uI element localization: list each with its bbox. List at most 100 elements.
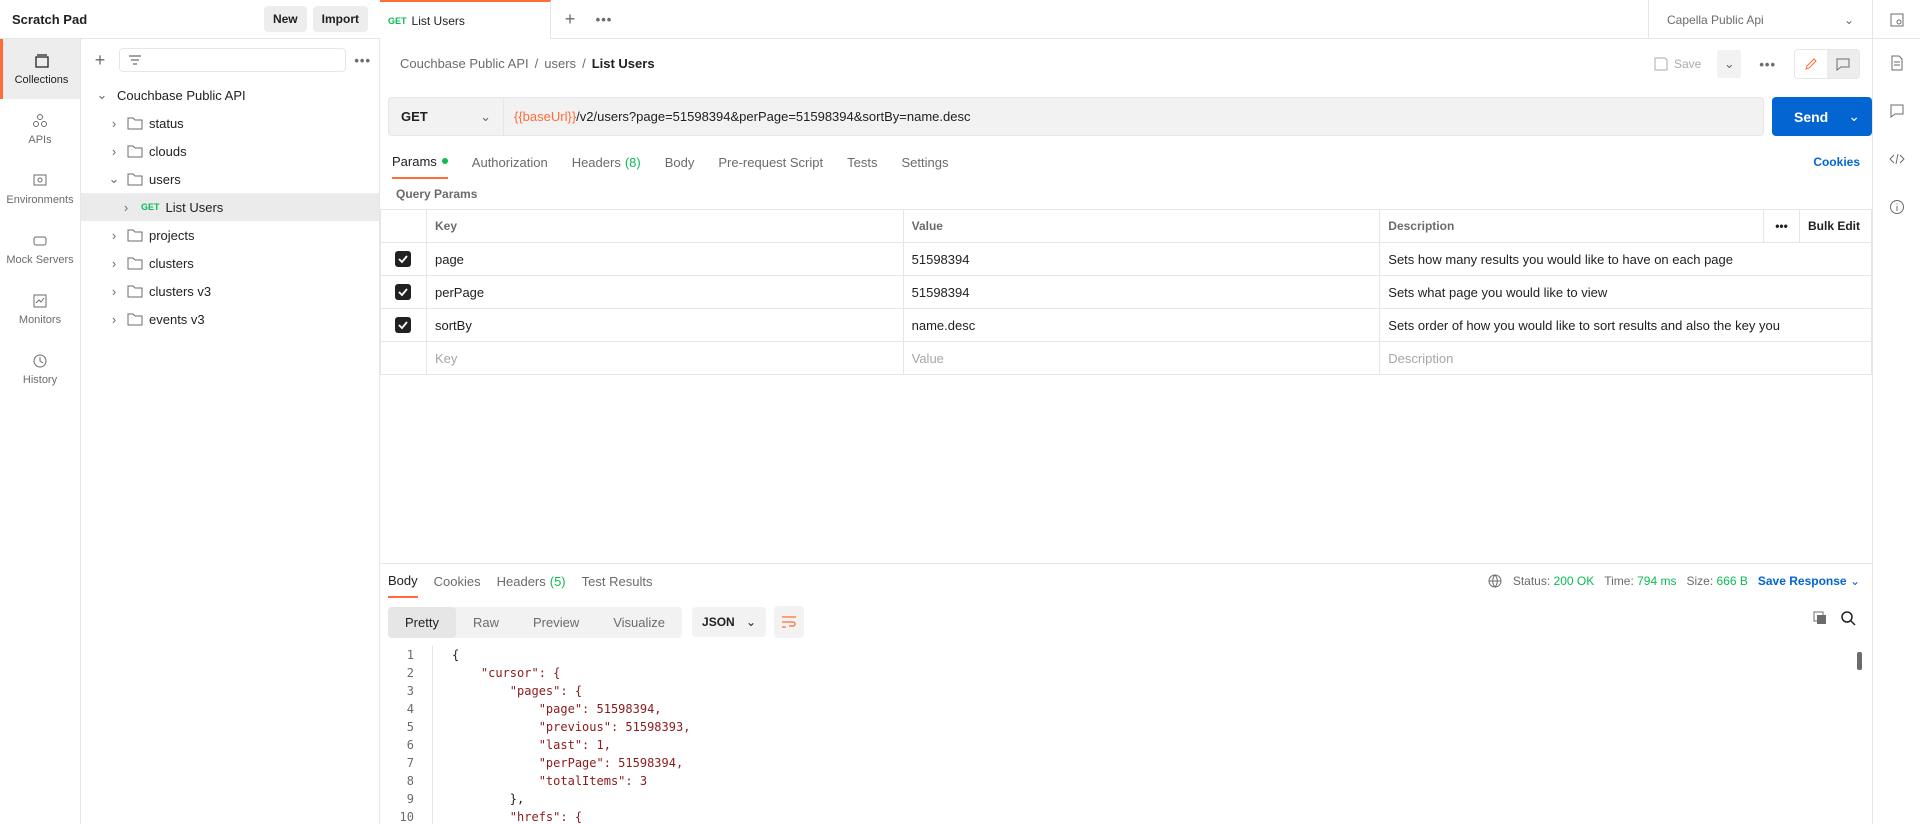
tab-settings[interactable]: Settings <box>901 145 948 179</box>
tree-request-list-users[interactable]: › GET List Users <box>81 193 379 221</box>
time-info[interactable]: Time: 794 ms <box>1604 574 1676 588</box>
wrap-lines-button[interactable] <box>774 606 805 638</box>
environment-quick-look-button[interactable] <box>1872 0 1920 39</box>
sidebar-more-button[interactable]: ••• <box>354 53 371 68</box>
sidebar-search-input[interactable] <box>119 48 347 72</box>
param-checkbox[interactable] <box>380 308 427 342</box>
rail-monitors[interactable]: Monitors <box>0 279 80 339</box>
resp-tab-body[interactable]: Body <box>388 564 418 598</box>
rail-apis[interactable]: APIs <box>0 99 80 159</box>
param-key-cell[interactable]: sortBy <box>425 308 904 342</box>
add-collection-button[interactable]: + <box>89 50 111 71</box>
tree-folder-label: status <box>149 115 184 131</box>
resp-tab-tests[interactable]: Test Results <box>582 564 653 598</box>
breadcrumb-collection[interactable]: Couchbase Public API <box>400 56 529 71</box>
save-response-button[interactable]: Save Response ⌄ <box>1758 574 1860 588</box>
param-value-cell[interactable]: 51598394 <box>902 275 1381 309</box>
tree-folder-projects[interactable]: › projects <box>81 221 379 249</box>
comment-mode-button[interactable] <box>1827 50 1859 78</box>
edit-mode-button[interactable] <box>1795 50 1827 78</box>
param-description-cell[interactable]: Sets order of how you would like to sort… <box>1379 308 1872 342</box>
code-snippet-button[interactable] <box>1873 135 1920 183</box>
code-line: 4 "page": 51598394, <box>380 700 1872 718</box>
tab-list-users[interactable]: GET List Users <box>380 0 551 39</box>
new-key-input[interactable]: Key <box>425 341 904 375</box>
tree-folder-status[interactable]: › status <box>81 109 379 137</box>
bulk-edit-button[interactable]: Bulk Edit <box>1799 209 1872 243</box>
chevron-down-icon[interactable]: ⌄ <box>1848 108 1860 125</box>
status-info[interactable]: Status: 200 OK <box>1513 574 1594 588</box>
rail-mock-servers[interactable]: Mock Servers <box>0 219 80 279</box>
globe-icon[interactable] <box>1487 573 1503 589</box>
tab-more-button[interactable]: ••• <box>589 0 619 38</box>
view-pretty[interactable]: Pretty <box>388 606 456 638</box>
cookies-link[interactable]: Cookies <box>1813 155 1860 169</box>
response-status-bar: Status: 200 OK Time: 794 ms Size: 666 B … <box>1487 564 1860 598</box>
tree-folder-events-v3[interactable]: › events v3 <box>81 305 379 333</box>
rail-label: History <box>22 373 58 386</box>
rail-collections[interactable]: Collections <box>0 39 80 99</box>
tab-authorization[interactable]: Authorization <box>472 145 548 179</box>
view-preview[interactable]: Preview <box>516 607 596 638</box>
tab-body[interactable]: Body <box>665 145 695 179</box>
environment-select[interactable]: Capella Public Api ⌄ <box>1648 0 1872 39</box>
rail-history[interactable]: History <box>0 339 80 399</box>
param-description-cell[interactable]: Sets what page you would like to view <box>1379 275 1872 309</box>
tree-folder-label: clusters <box>149 255 194 271</box>
breadcrumb-folder[interactable]: users <box>544 56 576 71</box>
wrap-icon <box>782 616 797 628</box>
copy-icon[interactable] <box>1812 610 1828 626</box>
param-key-cell[interactable]: page <box>425 242 904 276</box>
new-value-input[interactable]: Value <box>902 341 1381 375</box>
comments-button[interactable] <box>1873 87 1920 135</box>
response-view-bar: Pretty Raw Preview Visualize JSON ⌄ <box>388 606 805 638</box>
tab-prerequest-script[interactable]: Pre-request Script <box>718 145 823 179</box>
code-gutter <box>432 718 452 736</box>
format-select[interactable]: JSON ⌄ <box>692 607 767 637</box>
chevron-right-icon: › <box>111 115 117 131</box>
tab-tests[interactable]: Tests <box>847 145 877 179</box>
new-tab-button[interactable]: + <box>551 0 589 38</box>
save-button[interactable]: Save <box>1646 51 1709 77</box>
tab-params[interactable]: Params <box>392 145 448 179</box>
tree-folder-clusters-v3[interactable]: › clusters v3 <box>81 277 379 305</box>
folder-icon <box>127 285 143 298</box>
code-text: "page": 51598394, <box>452 702 662 716</box>
resp-tab-cookies[interactable]: Cookies <box>434 564 481 598</box>
comment-icon <box>1890 104 1903 118</box>
save-options-button[interactable]: ⌄ <box>1717 50 1742 78</box>
param-key-cell[interactable]: perPage <box>425 275 904 309</box>
rail-environments[interactable]: Environments <box>0 159 80 219</box>
param-checkbox[interactable] <box>380 275 427 309</box>
documentation-button[interactable] <box>1873 39 1920 87</box>
send-button[interactable]: Send ⌄ <box>1772 97 1872 136</box>
search-icon[interactable] <box>1840 610 1856 626</box>
folder-icon <box>127 229 143 242</box>
view-raw[interactable]: Raw <box>456 607 516 638</box>
tree-folder-clouds[interactable]: › clouds <box>81 137 379 165</box>
table-more-button[interactable]: ••• <box>1763 209 1800 243</box>
resp-tab-headers[interactable]: Headers (5) <box>497 564 566 598</box>
new-button[interactable]: New <box>263 6 307 32</box>
new-description-input[interactable]: Description <box>1379 341 1872 375</box>
tab-headers[interactable]: Headers (8) <box>572 145 641 179</box>
method-select[interactable]: GET ⌄ <box>388 97 504 136</box>
import-button[interactable]: Import <box>312 6 368 32</box>
param-value-cell[interactable]: 51598394 <box>902 242 1381 276</box>
param-description-cell[interactable]: Sets how many results you would like to … <box>1379 242 1872 276</box>
url-input[interactable]: {{baseUrl}}/v2/users?page=51598394&perPa… <box>504 97 1764 136</box>
rail-label: Mock Servers <box>6 253 74 266</box>
info-button[interactable] <box>1873 183 1920 231</box>
response-body-code[interactable]: 1{ 2 "cursor": { 3 "pages": { 4 "page": … <box>380 646 1872 824</box>
size-info[interactable]: Size: 666 B <box>1686 574 1747 588</box>
view-visualize[interactable]: Visualize <box>596 607 682 638</box>
request-more-button[interactable]: ••• <box>1749 57 1786 72</box>
code-scrollbar[interactable] <box>1857 652 1862 670</box>
tree-folder-clusters[interactable]: › clusters <box>81 249 379 277</box>
checkbox-checked-icon <box>395 284 412 300</box>
param-checkbox[interactable] <box>380 242 427 276</box>
edit-mode-toggle[interactable] <box>1794 49 1860 79</box>
tree-collection[interactable]: ⌄ Couchbase Public API <box>81 81 379 109</box>
param-value-cell[interactable]: name.desc <box>902 308 1381 342</box>
tree-folder-users[interactable]: ⌄ users <box>81 165 379 193</box>
